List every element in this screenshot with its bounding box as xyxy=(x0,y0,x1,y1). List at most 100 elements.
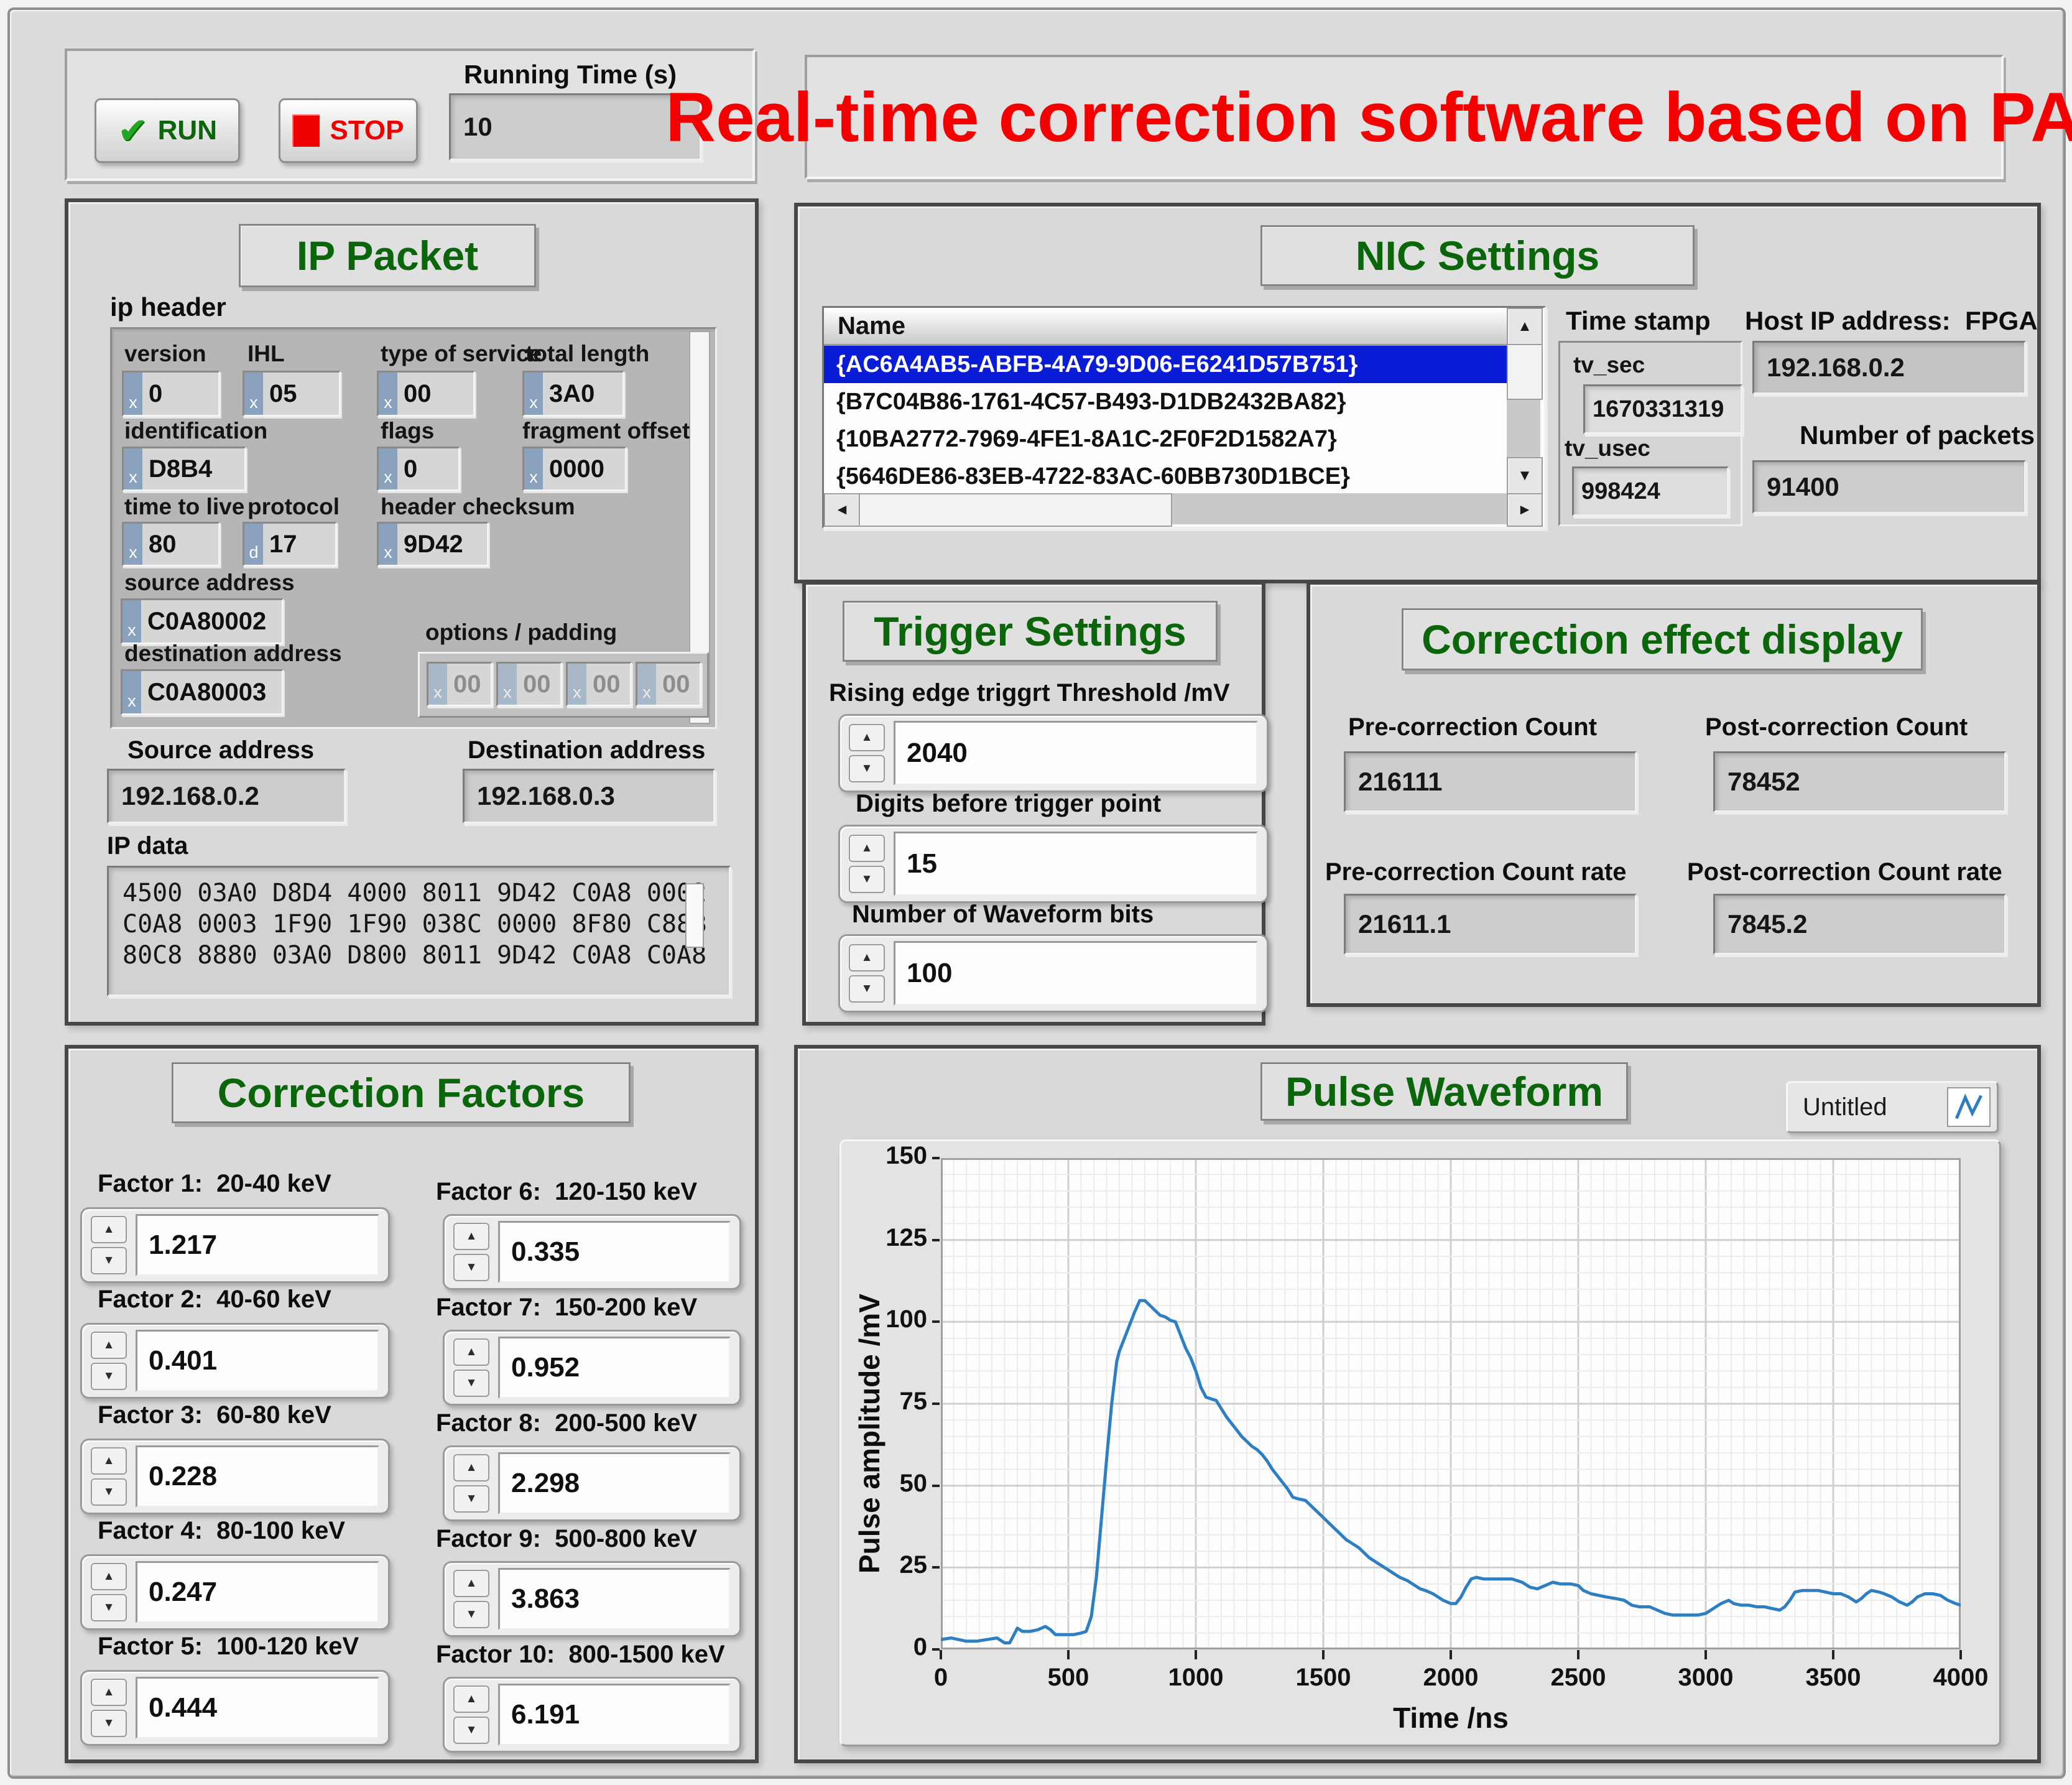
radix-indicator[interactable]: x xyxy=(124,448,142,489)
factor-3-input[interactable]: 0.228 xyxy=(136,1445,379,1508)
plot-legend[interactable]: Untitled xyxy=(1786,1081,1999,1133)
options-byte-3[interactable]: x 00 xyxy=(636,662,701,707)
factor-7-spinner[interactable]: ▲ ▼ 0.952 xyxy=(443,1330,741,1406)
options-byte-value[interactable]: 00 xyxy=(447,664,491,705)
stop-button[interactable]: STOP xyxy=(279,98,418,163)
bits-input[interactable]: 100 xyxy=(894,941,1258,1006)
bits-spinner[interactable]: ▲ ▼ 100 xyxy=(838,934,1269,1013)
factor-6-spinner[interactable]: ▲▼ 0.335 xyxy=(443,1214,741,1290)
ttl-field[interactable]: x 80 xyxy=(122,522,220,567)
spin-down-button[interactable]: ▼ xyxy=(849,755,885,782)
destination-address-field[interactable]: x C0A80003 xyxy=(121,669,284,715)
options-byte-value[interactable]: 00 xyxy=(656,664,700,705)
spin-up-button[interactable]: ▲ xyxy=(849,724,885,751)
factor-9-input[interactable]: 3.863 xyxy=(498,1568,731,1630)
factor-1-spinner[interactable]: ▲▼ 1.217 xyxy=(80,1207,390,1283)
options-byte-2[interactable]: x 00 xyxy=(566,662,632,707)
identification-value[interactable]: D8B4 xyxy=(142,448,244,489)
options-byte-value[interactable]: 00 xyxy=(517,664,560,705)
nic-list-item-0[interactable]: {AC6A4AB5-ABFB-4A79-9D06-E6241D57B751} xyxy=(824,346,1508,384)
spin-down-button[interactable]: ▼ xyxy=(91,1594,127,1621)
factor-4-input[interactable]: 0.247 xyxy=(136,1561,379,1623)
nic-scroll-up-button[interactable]: ▲ xyxy=(1507,308,1543,345)
ihl-field[interactable]: x 05 xyxy=(243,371,341,417)
identification-field[interactable]: x D8B4 xyxy=(122,447,246,491)
factor-5-input[interactable]: 0.444 xyxy=(136,1677,379,1739)
options-byte-1[interactable]: x 00 xyxy=(496,662,562,707)
nic-vscroll-thumb[interactable] xyxy=(1507,344,1543,400)
factor-8-spinner[interactable]: ▲ ▼ 2.298 xyxy=(443,1445,741,1521)
factor-7-input[interactable]: 0.952 xyxy=(498,1337,731,1399)
factor-2-spinner[interactable]: ▲▼ 0.401 xyxy=(80,1323,390,1399)
radix-indicator[interactable]: x xyxy=(124,524,142,565)
spin-up-button[interactable]: ▲ xyxy=(453,1223,489,1250)
spin-down-button[interactable]: ▼ xyxy=(849,975,885,1003)
spin-up-button[interactable]: ▲ xyxy=(91,1679,127,1706)
radix-indicator[interactable]: x xyxy=(379,448,397,489)
nic-list-item-1[interactable]: {B7C04B86-1761-4C57-B493-D1DB2432BA82} xyxy=(824,383,1508,422)
nic-hscroll-thumb[interactable] xyxy=(859,493,1172,527)
radix-indicator[interactable]: x xyxy=(244,373,263,415)
radix-indicator[interactable]: x xyxy=(524,448,543,489)
ttl-value[interactable]: 80 xyxy=(142,524,218,565)
flags-field[interactable]: x 0 xyxy=(377,447,460,491)
ip-data-scrollbar[interactable] xyxy=(685,883,704,948)
radix-indicator[interactable]: x xyxy=(524,373,543,415)
factor-8-input[interactable]: 2.298 xyxy=(498,1452,731,1514)
spin-down-button[interactable]: ▼ xyxy=(91,1363,127,1390)
nic-list-header[interactable]: Name xyxy=(824,308,1508,346)
radix-indicator[interactable]: x xyxy=(124,373,142,415)
protocol-value[interactable]: 17 xyxy=(263,524,335,565)
radix-indicator[interactable]: x xyxy=(379,373,397,415)
radix-indicator[interactable]: x xyxy=(123,671,141,713)
threshold-input[interactable]: 2040 xyxy=(894,721,1258,786)
spin-up-button[interactable]: ▲ xyxy=(453,1454,489,1481)
header-checksum-field[interactable]: x 9D42 xyxy=(377,522,489,567)
spin-down-button[interactable]: ▼ xyxy=(453,1601,489,1628)
factor-10-spinner[interactable]: ▲▼ 6.191 xyxy=(443,1677,741,1753)
nic-list-item-2[interactable]: {10BA2772-7969-4FE1-8A1C-2F0F2D1582A7} xyxy=(824,420,1508,459)
source-address-field[interactable]: x C0A80002 xyxy=(121,598,284,644)
spin-down-button[interactable]: ▼ xyxy=(453,1717,489,1744)
source-address-value[interactable]: C0A80002 xyxy=(141,600,282,642)
fragment-offset-field[interactable]: x 0000 xyxy=(522,447,627,491)
flags-value[interactable]: 0 xyxy=(397,448,458,489)
spin-down-button[interactable]: ▼ xyxy=(91,1478,127,1506)
run-button[interactable]: ✔ RUN xyxy=(95,98,240,163)
nic-scroll-down-button[interactable]: ▼ xyxy=(1507,457,1543,494)
spin-up-button[interactable]: ▲ xyxy=(91,1332,127,1359)
radix-indicator[interactable]: x xyxy=(123,600,141,642)
digits-spinner[interactable]: ▲ ▼ 15 xyxy=(838,825,1269,903)
spin-up-button[interactable]: ▲ xyxy=(849,944,885,971)
spin-up-button[interactable]: ▲ xyxy=(453,1685,489,1713)
protocol-field[interactable]: d 17 xyxy=(243,522,337,567)
factor-5-spinner[interactable]: ▲ ▼ 0.444 xyxy=(80,1670,390,1746)
digits-input[interactable]: 15 xyxy=(894,832,1258,896)
radix-indicator[interactable]: x xyxy=(568,664,586,705)
radix-indicator[interactable]: d xyxy=(244,524,263,565)
spin-up-button[interactable]: ▲ xyxy=(453,1338,489,1366)
tos-value[interactable]: 00 xyxy=(397,373,473,415)
radix-indicator[interactable]: x xyxy=(498,664,517,705)
total-length-value[interactable]: 3A0 xyxy=(543,373,622,415)
tos-field[interactable]: x 00 xyxy=(377,371,475,417)
radix-indicator[interactable]: x xyxy=(379,524,397,565)
spin-up-button[interactable]: ▲ xyxy=(91,1563,127,1590)
version-field[interactable]: x 0 xyxy=(122,371,220,417)
options-byte-0[interactable]: x 00 xyxy=(427,662,493,707)
spin-down-button[interactable]: ▼ xyxy=(91,1710,127,1737)
threshold-spinner[interactable]: ▲ ▼ 2040 xyxy=(838,714,1269,792)
total-length-field[interactable]: x 3A0 xyxy=(522,371,624,417)
fragment-offset-value[interactable]: 0000 xyxy=(543,448,625,489)
nic-list-item-3[interactable]: {5646DE86-83EB-4722-83AC-60BB730D1BCE} xyxy=(824,458,1508,496)
spin-down-button[interactable]: ▼ xyxy=(453,1370,489,1397)
spin-down-button[interactable]: ▼ xyxy=(453,1485,489,1513)
spin-up-button[interactable]: ▲ xyxy=(91,1447,127,1475)
ihl-value[interactable]: 05 xyxy=(263,373,339,415)
spin-up-button[interactable]: ▲ xyxy=(91,1216,127,1243)
options-byte-value[interactable]: 00 xyxy=(586,664,630,705)
destination-address-value[interactable]: C0A80003 xyxy=(141,671,282,713)
radix-indicator[interactable]: x xyxy=(428,664,447,705)
spin-down-button[interactable]: ▼ xyxy=(91,1247,127,1274)
radix-indicator[interactable]: x xyxy=(637,664,656,705)
